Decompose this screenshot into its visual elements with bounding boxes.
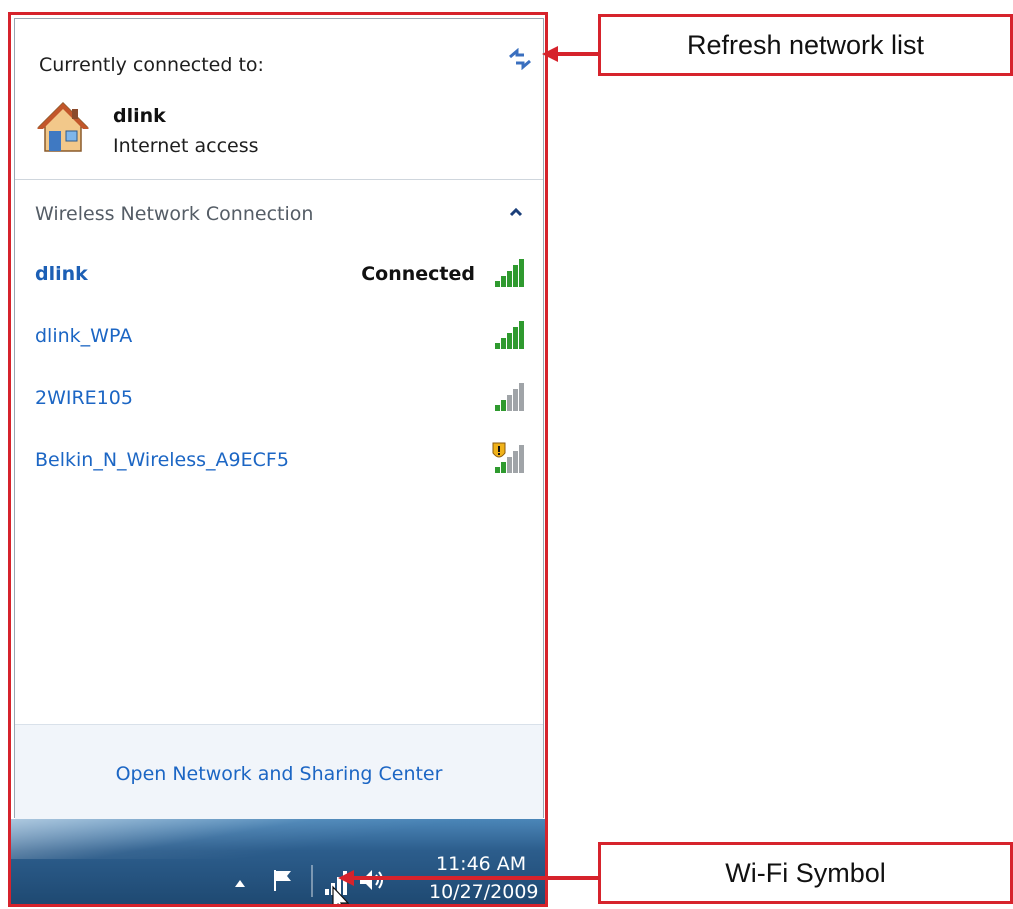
show-hidden-icons-chevron-icon[interactable] (233, 877, 247, 889)
network-name: dlink (35, 263, 88, 285)
wifi-callout-text: Wi-Fi Symbol (725, 857, 886, 888)
wifi-callout-arrow-line (350, 876, 598, 880)
current-connection-section: Currently connected to: dlink Internet a… (15, 19, 543, 179)
network-name: dlink_WPA (35, 325, 133, 347)
network-item-2wire105[interactable]: 2WIRE105 (35, 379, 535, 415)
signal-strength-icon (495, 383, 524, 411)
network-status: Connected (361, 263, 475, 285)
flyout-footer: Open Network and Sharing Center (15, 724, 543, 819)
chevron-up-icon (509, 207, 523, 217)
currently-connected-label: Currently connected to: (39, 54, 264, 76)
network-item-belkin[interactable]: Belkin_N_Wireless_A9ECF5 (35, 441, 535, 477)
refresh-button[interactable] (505, 44, 535, 74)
network-item-dlink[interactable]: dlink Connected (35, 255, 535, 291)
current-network-name: dlink (113, 105, 166, 127)
refresh-callout-arrowhead-icon (542, 46, 558, 62)
signal-strength-warning-icon (492, 442, 524, 473)
volume-icon[interactable] (357, 865, 387, 895)
network-item-dlink-wpa[interactable]: dlink_WPA (35, 317, 535, 353)
screenshot-frame: Currently connected to: dlink Internet a… (8, 12, 548, 907)
refresh-callout-text: Refresh network list (686, 29, 925, 60)
refresh-icon (509, 48, 531, 70)
current-network-status: Internet access (113, 135, 259, 157)
tray-separator (311, 865, 313, 897)
clock-time[interactable]: 11:46 AM (436, 853, 526, 875)
house-network-icon (37, 101, 89, 152)
network-name: 2WIRE105 (35, 387, 133, 409)
network-flyout: Currently connected to: dlink Internet a… (14, 18, 544, 819)
signal-strength-icon (495, 259, 524, 287)
wifi-callout: Wi-Fi Symbol (598, 842, 1013, 904)
action-center-flag-icon[interactable] (271, 867, 295, 893)
wifi-callout-arrowhead-icon (338, 870, 354, 886)
network-name: Belkin_N_Wireless_A9ECF5 (35, 449, 289, 471)
divider (15, 179, 543, 180)
refresh-callout-arrow-line (556, 52, 598, 56)
wireless-section-title: Wireless Network Connection (35, 203, 314, 225)
clock-date[interactable]: 10/27/2009 (429, 881, 539, 903)
collapse-button[interactable] (505, 201, 527, 223)
refresh-callout: Refresh network list (598, 14, 1013, 76)
open-network-sharing-center-link[interactable]: Open Network and Sharing Center (15, 763, 543, 785)
signal-strength-icon (495, 321, 524, 349)
